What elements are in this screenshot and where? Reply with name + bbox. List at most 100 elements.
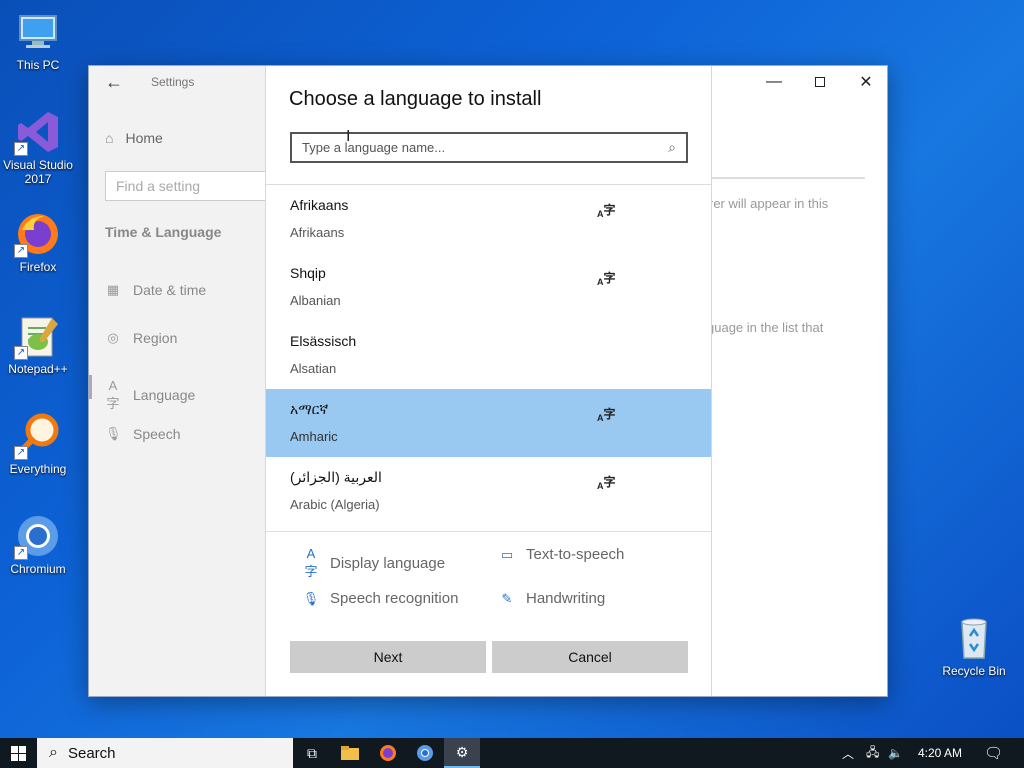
recycle-bin-icon (950, 614, 998, 662)
chromium-icon: ↗ (14, 512, 62, 560)
maximize-button[interactable] (797, 66, 843, 98)
desktop-icon-label: Everything (9, 462, 67, 476)
show-hidden-icons-button[interactable]: ︿ (842, 738, 854, 768)
language-english-name: Albanian (290, 293, 341, 308)
desktop-icon-everything[interactable]: ↗ Everything (0, 412, 76, 476)
clock[interactable]: 4:20 AM (918, 738, 962, 768)
display-language-feature-icon: A字 (597, 203, 616, 219)
next-button[interactable]: Next (290, 641, 486, 673)
taskbar-search-box[interactable]: ⌕ Search (37, 738, 293, 768)
language-native-name: አማርኛ (290, 401, 329, 417)
language-native-name: العربية (الجزائر) (290, 469, 382, 485)
file-explorer-button[interactable] (332, 738, 368, 768)
language-list[interactable]: Afrikaans Afrikaans A字 Shqip Albanian A字… (266, 184, 711, 532)
choose-language-dialog: Choose a language to install ⌕ I Afrikaa… (265, 66, 712, 696)
settings-sidebar: ← Settings ⌂ Home Find a setting Time & … (89, 66, 285, 696)
text-to-speech-icon: ▭ (500, 546, 514, 562)
nav-item-speech[interactable]: 🎙 Speech (105, 426, 180, 442)
background-text: rer will appear in this (709, 196, 829, 211)
find-setting-input[interactable]: Find a setting (105, 171, 285, 201)
desktop-icon-label: This PC (16, 58, 60, 72)
language-english-name: Afrikaans (290, 225, 345, 240)
chromium-taskbar-button[interactable] (407, 738, 443, 768)
background-text: guage in the list that (707, 320, 824, 335)
nav-home-label: Home (125, 130, 163, 146)
feature-speech-recognition: 🎙 Speech recognition (302, 590, 459, 607)
feature-text-to-speech: ▭ Text-to-speech (498, 546, 625, 563)
feature-display-language: A字 Display language (302, 546, 445, 580)
minimize-button[interactable]: — (751, 66, 797, 98)
notification-center-icon[interactable]: 🗨 (984, 738, 1003, 768)
maximize-icon (815, 77, 825, 87)
chromium-icon (417, 745, 433, 761)
microphone-icon: 🎙 (302, 590, 320, 606)
list-item[interactable]: العربية (الجزائر) Arabic (Algeria) A字 (266, 457, 711, 525)
feature-label: Display language (330, 554, 446, 572)
chevron-up-icon: ︿ (842, 746, 855, 761)
task-view-button[interactable]: ⧉ (294, 738, 330, 768)
feature-label: Handwriting (526, 590, 606, 607)
feature-label: Text-to-speech (526, 546, 625, 563)
gear-icon: ⚙ (455, 743, 469, 760)
microphone-icon: 🎙 (105, 426, 122, 441)
list-item-selected[interactable]: አማርኛ Amharic A字 (266, 389, 711, 457)
list-item[interactable]: Afrikaans Afrikaans A字 (266, 185, 711, 253)
cancel-button[interactable]: Cancel (492, 641, 688, 673)
nav-item-label: Region (133, 330, 178, 346)
shortcut-arrow-icon: ↗ (14, 446, 28, 460)
visual-studio-icon: ↗ (14, 108, 62, 156)
back-arrow-icon[interactable]: ← (105, 72, 125, 96)
list-item[interactable]: Shqip Albanian A字 (266, 253, 711, 321)
firefox-icon (380, 745, 396, 761)
search-icon: ⌕ (668, 139, 676, 155)
desktop-icon-visual-studio[interactable]: ↗ Visual Studio 2017 (0, 108, 76, 186)
computer-icon (14, 8, 62, 56)
nav-item-region[interactable]: ◎ Region (105, 330, 177, 346)
shortcut-arrow-icon: ↗ (14, 244, 28, 258)
display-language-feature-icon: A字 (597, 271, 616, 287)
desktop-icon-firefox[interactable]: ↗ Firefox (0, 210, 76, 274)
taskbar: ⌕ Search ⧉ ⚙ ︿ 🖧 🔈 4:20 AM 🗨 (0, 738, 1024, 768)
nav-item-label: Date & time (133, 282, 207, 298)
close-button[interactable]: ✕ (843, 66, 887, 98)
app-title: Settings (151, 75, 195, 89)
task-view-icon: ⧉ (307, 744, 317, 761)
desktop-icon-notepadpp[interactable]: ↗ Notepad++ (0, 312, 76, 376)
desktop-icon-label: Chromium (10, 562, 66, 576)
desktop-icon-chromium[interactable]: ↗ Chromium (0, 512, 76, 576)
nav-item-language[interactable]: A字 Language (105, 378, 195, 412)
shortcut-arrow-icon: ↗ (14, 346, 28, 360)
search-icon: ⌕ (49, 744, 58, 761)
desktop-icon-label: Visual Studio 2017 (3, 158, 73, 186)
desktop-icon-recycle-bin[interactable]: Recycle Bin (936, 614, 1012, 678)
nav-home[interactable]: ⌂ Home (105, 130, 163, 146)
nav-item-label: Language (133, 387, 196, 403)
feature-label: Speech recognition (330, 590, 459, 607)
desktop-icon-label: Recycle Bin (942, 664, 1006, 678)
firefox-icon: ↗ (14, 210, 62, 258)
language-native-name: Elsässisch (290, 333, 357, 349)
settings-taskbar-button[interactable]: ⚙ (444, 738, 480, 768)
language-native-name: Afrikaans (290, 197, 349, 213)
language-english-name: Amharic (290, 429, 338, 444)
folder-icon (341, 746, 359, 760)
calendar-clock-icon: ▦ (106, 282, 120, 297)
notepadpp-icon: ↗ (14, 312, 62, 360)
nav-item-date-time[interactable]: ▦ Date & time (105, 282, 206, 298)
list-item[interactable]: Elsässisch Alsatian (266, 321, 711, 389)
start-button[interactable] (0, 738, 36, 768)
nav-item-label: Speech (133, 426, 181, 442)
language-english-name: Arabic (Algeria) (290, 497, 380, 512)
shortcut-arrow-icon: ↗ (14, 546, 28, 560)
section-heading: Time & Language (105, 224, 222, 240)
network-icon[interactable]: 🖧 (866, 738, 879, 768)
display-language-icon: A字 (304, 546, 318, 579)
windows-logo-icon (10, 745, 26, 761)
firefox-taskbar-button[interactable] (370, 738, 406, 768)
volume-muted-icon[interactable]: 🔈 (888, 738, 903, 768)
language-english-name: Alsatian (290, 361, 337, 376)
dialog-title: Choose a language to install (289, 88, 542, 110)
shortcut-arrow-icon: ↗ (14, 142, 28, 156)
feature-handwriting: ✎ Handwriting (498, 590, 606, 607)
desktop-icon-this-pc[interactable]: This PC (0, 8, 76, 72)
